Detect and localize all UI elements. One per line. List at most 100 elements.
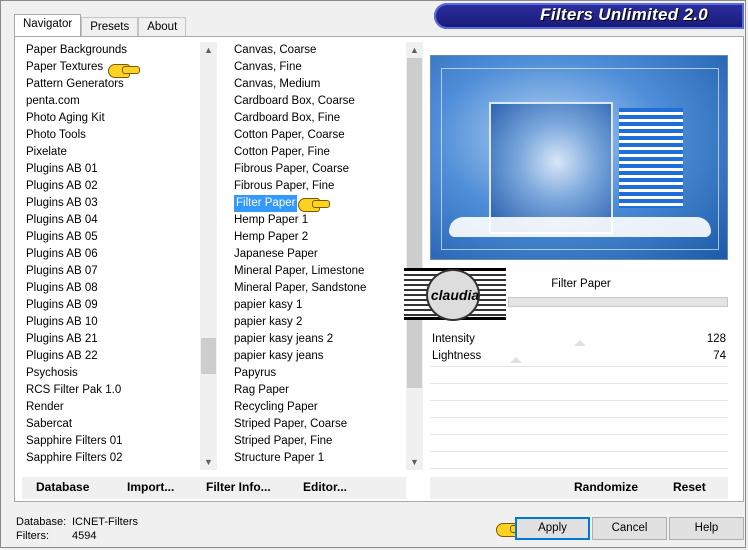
- list-item-label: Plugins AB 03: [26, 197, 98, 209]
- list-item[interactable]: papier kasy jeans: [232, 348, 404, 365]
- list-item[interactable]: Canvas, Fine: [232, 59, 404, 76]
- list-item[interactable]: Plugins AB 07: [24, 263, 200, 280]
- editor-button[interactable]: Editor...: [303, 480, 347, 494]
- title-banner: Filters Unlimited 2.0: [434, 3, 744, 29]
- cancel-button[interactable]: Cancel: [592, 517, 667, 540]
- list-item[interactable]: Cardboard Box, Coarse: [232, 93, 404, 110]
- list-item[interactable]: papier kasy 2: [232, 314, 404, 331]
- list-item[interactable]: Paper Backgrounds: [24, 42, 200, 59]
- list-item[interactable]: Sabercat: [24, 416, 200, 433]
- list-item[interactable]: Fibrous Paper, Fine: [232, 178, 404, 195]
- list-item[interactable]: Canvas, Medium: [232, 76, 404, 93]
- list-item[interactable]: Plugins AB 06: [24, 246, 200, 263]
- list-item[interactable]: Plugins AB 22: [24, 348, 200, 365]
- randomize-button[interactable]: Randomize: [574, 480, 638, 494]
- list-item[interactable]: Photo Aging Kit: [24, 110, 200, 127]
- tab-presets[interactable]: Presets: [81, 17, 139, 36]
- database-button[interactable]: Database: [36, 480, 89, 494]
- list-item[interactable]: papier kasy 1: [232, 297, 404, 314]
- status-database-label: Database:: [16, 516, 67, 528]
- apply-button[interactable]: Apply: [515, 517, 590, 540]
- list-item-label: papier kasy 1: [234, 299, 303, 311]
- list-item-label: Mineral Paper, Limestone: [234, 265, 365, 277]
- list-item[interactable]: Psychosis: [24, 365, 200, 382]
- scroll-up-icon[interactable]: ▲: [200, 42, 217, 58]
- slider-tick-icon: [574, 340, 586, 346]
- list-item[interactable]: Cotton Paper, Coarse: [232, 127, 404, 144]
- list-item-label: Photo Aging Kit: [26, 112, 105, 124]
- list-item-label: Structure Paper 1: [234, 452, 325, 464]
- scroll-down-icon[interactable]: ▼: [200, 454, 217, 470]
- list-item[interactable]: Plugins AB 04: [24, 212, 200, 229]
- scroll-up-icon[interactable]: ▲: [406, 42, 423, 58]
- status-filters-value: 4594: [72, 530, 97, 542]
- list-item[interactable]: Pixelate: [24, 144, 200, 161]
- list-item-label: Striped Paper, Fine: [234, 435, 333, 447]
- list-item[interactable]: Plugins AB 01: [24, 161, 200, 178]
- list-item[interactable]: Striped Paper, Coarse: [232, 416, 404, 433]
- param-label: Lightness: [432, 350, 482, 362]
- list-item-label: Sapphire Filters 02: [26, 452, 123, 464]
- list-item[interactable]: Fibrous Paper, Coarse: [232, 161, 404, 178]
- category-list[interactable]: Paper Backgrounds Paper Textures Pattern G…: [24, 42, 200, 470]
- list-item-label: Paper Backgrounds: [26, 44, 128, 56]
- list-item-label: Plugins AB 08: [26, 282, 98, 294]
- list-item[interactable]: Papyrus: [232, 365, 404, 382]
- list-item-label: Canvas, Coarse: [234, 44, 317, 56]
- list-item[interactable]: Cardboard Box, Fine: [232, 110, 404, 127]
- list-item-label: Hemp Paper 1: [234, 214, 309, 226]
- list-item[interactable]: RCS Filter Pak 1.0: [24, 382, 200, 399]
- list-item[interactable]: Plugins AB 08: [24, 280, 200, 297]
- list-item[interactable]: Hemp Paper 2: [232, 229, 404, 246]
- tab-about[interactable]: About: [138, 17, 187, 36]
- list-item[interactable]: Striped Paper, Fine: [232, 433, 404, 450]
- list-item[interactable]: Plugins AB 09: [24, 297, 200, 314]
- import-button[interactable]: Import...: [127, 480, 174, 494]
- list-item[interactable]: Photo Tools: [24, 127, 200, 144]
- help-button[interactable]: Help: [669, 517, 744, 540]
- list-item[interactable]: Sapphire Filters 01: [24, 433, 200, 450]
- slider-tick-icon: [510, 357, 522, 363]
- list-item[interactable]: Structure Paper 1: [232, 450, 404, 467]
- tab-navigator[interactable]: Navigator: [14, 14, 82, 36]
- param-row-lightness[interactable]: Lightness 74: [430, 347, 728, 365]
- list-item[interactable]: Japanese Paper: [232, 246, 404, 263]
- category-scrollbar[interactable]: ▲ ▼: [200, 42, 217, 470]
- title-banner-text: Filters Unlimited 2.0: [540, 5, 708, 24]
- list-item-label: Recycling Paper: [234, 401, 318, 413]
- list-item[interactable]: Canvas, Coarse: [232, 42, 404, 59]
- list-item[interactable]: penta.com: [24, 93, 200, 110]
- status-filters: Filters: 4594: [16, 530, 96, 542]
- param-slider-track[interactable]: [508, 297, 728, 307]
- pointing-hand-icon: [108, 62, 140, 78]
- filter-info-button[interactable]: Filter Info...: [206, 480, 271, 494]
- list-item-label: Japanese Paper: [234, 248, 318, 260]
- list-item[interactable]: Sapphire Filters 02: [24, 450, 200, 467]
- list-item[interactable]: Plugins AB 10: [24, 314, 200, 331]
- list-item[interactable]: Mineral Paper, Sandstone: [232, 280, 404, 297]
- filter-list[interactable]: Canvas, Coarse Canvas, Fine Canvas, Medium…: [232, 42, 404, 470]
- filter-scrollbar[interactable]: ▲ ▼: [406, 42, 423, 470]
- list-item[interactable]: Plugins AB 03: [24, 195, 200, 212]
- list-item-label: Plugins AB 06: [26, 248, 98, 260]
- list-item[interactable]: papier kasy jeans 2: [232, 331, 404, 348]
- preview-stripes: [619, 108, 683, 208]
- list-item[interactable]: Mineral Paper, Limestone: [232, 263, 404, 280]
- list-item-label: Sapphire Filters 01: [26, 435, 123, 447]
- scroll-thumb[interactable]: [407, 58, 422, 388]
- list-item[interactable]: Plugins AB 05: [24, 229, 200, 246]
- list-item[interactable]: Plugins AB 21: [24, 331, 200, 348]
- list-item-label: Hemp Paper 2: [234, 231, 309, 243]
- filter-preview: [430, 55, 728, 260]
- list-item[interactable]: Hemp Paper 1: [232, 212, 404, 229]
- list-item[interactable]: Recycling Paper: [232, 399, 404, 416]
- list-item[interactable]: Pattern Generators: [24, 76, 200, 93]
- list-item[interactable]: Rag Paper: [232, 382, 404, 399]
- reset-button[interactable]: Reset: [673, 480, 706, 494]
- scroll-thumb[interactable]: [201, 338, 216, 374]
- list-item[interactable]: Cotton Paper, Fine: [232, 144, 404, 161]
- scroll-down-icon[interactable]: ▼: [406, 454, 423, 470]
- status-filters-label: Filters:: [16, 530, 49, 542]
- list-item[interactable]: Plugins AB 02: [24, 178, 200, 195]
- list-item[interactable]: Render: [24, 399, 200, 416]
